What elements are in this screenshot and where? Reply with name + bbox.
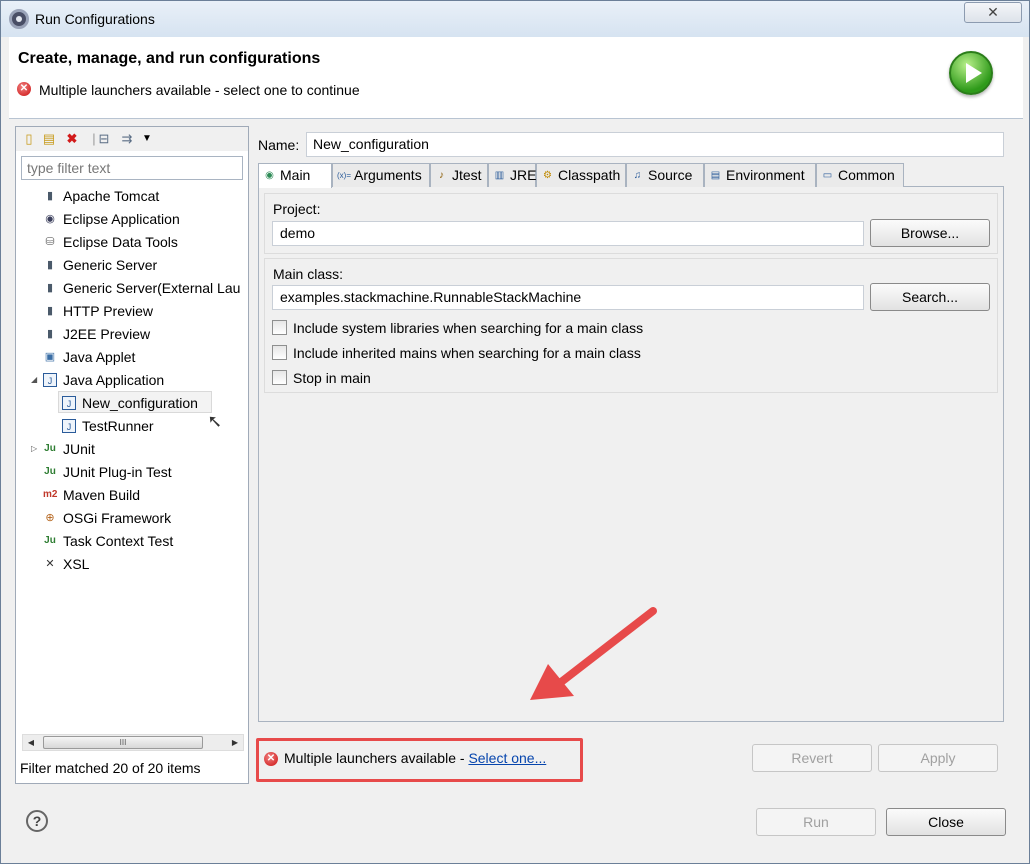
run-button[interactable]: Run [756, 808, 876, 836]
error-icon: ✕ [264, 752, 278, 766]
launcher-status-text: Multiple launchers available - [284, 750, 469, 766]
launcher-status-message: Multiple launchers available - Select on… [284, 750, 546, 766]
annotation-arrow-shaft [552, 607, 657, 690]
annotation-arrow [530, 607, 657, 700]
select-launcher-link[interactable]: Select one... [468, 750, 546, 766]
help-icon[interactable]: ? [26, 810, 48, 832]
revert-button[interactable]: Revert [752, 744, 872, 772]
apply-button[interactable]: Apply [878, 744, 998, 772]
close-button[interactable]: Close [886, 808, 1006, 836]
